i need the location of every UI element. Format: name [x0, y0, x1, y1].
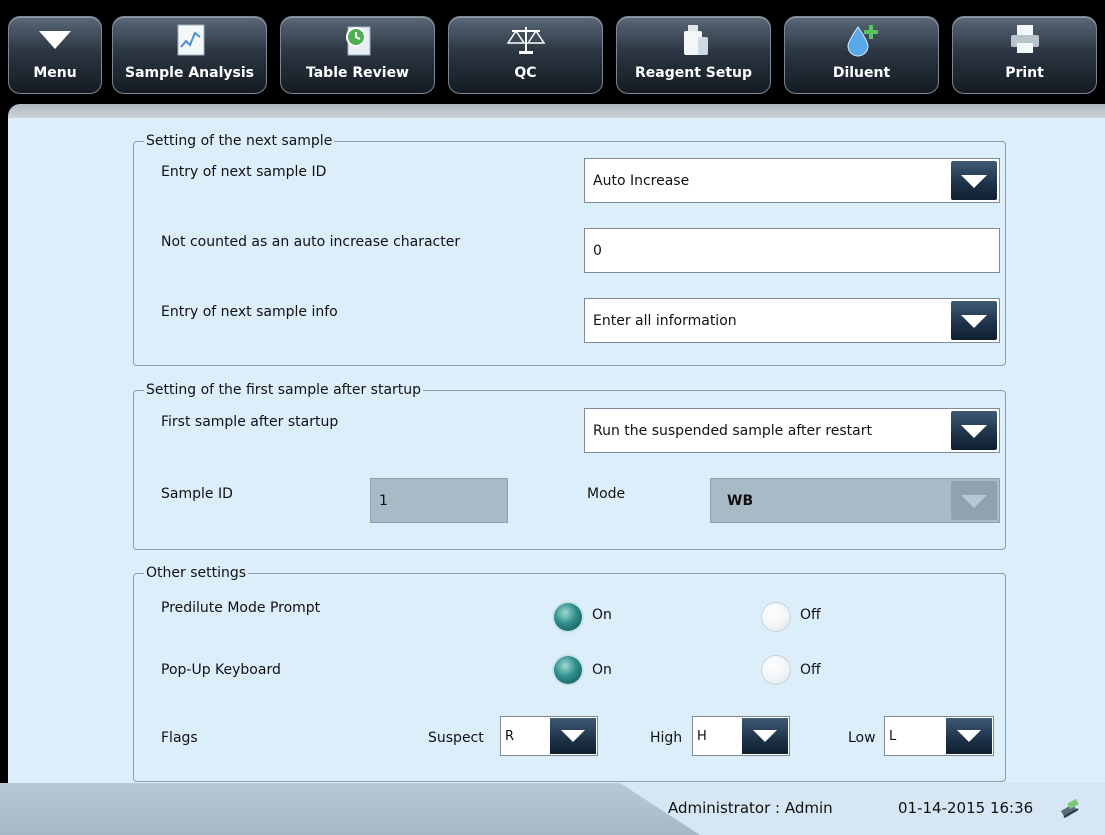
- low-flag-value: L: [889, 729, 897, 744]
- chevron-down-icon[interactable]: [951, 301, 997, 340]
- popup-on-label: On: [592, 662, 612, 678]
- mode-value: WB: [727, 493, 754, 509]
- table-review-icon: [345, 26, 370, 56]
- current-user: Administrator : Admin: [668, 799, 833, 817]
- popup-off-label: Off: [800, 662, 821, 678]
- suspect-label: Suspect: [428, 730, 484, 746]
- qc-button[interactable]: QC: [448, 16, 603, 94]
- first-sample-select[interactable]: Run the suspended sample after restart: [584, 408, 1000, 453]
- diluent-label: Diluent: [832, 65, 891, 81]
- sample-id-value: 1: [379, 493, 388, 509]
- mode-select: WB: [710, 478, 1000, 523]
- settings-panel: Setting of the next sample Entry of next…: [8, 118, 1105, 783]
- printer-icon: [1010, 25, 1039, 53]
- status-tab: [0, 783, 700, 835]
- entry-next-id-label: Entry of next sample ID: [161, 164, 327, 180]
- reagent-setup-button[interactable]: Reagent Setup: [616, 16, 771, 94]
- diluent-button[interactable]: Diluent: [784, 16, 939, 94]
- network-icon: [1060, 798, 1079, 818]
- flags-label: Flags: [161, 730, 198, 746]
- sample-analysis-icon: [177, 24, 204, 56]
- predilute-off-radio[interactable]: [762, 603, 790, 631]
- suspect-flag-value: R: [505, 729, 515, 744]
- predilute-label: Predilute Mode Prompt: [161, 600, 321, 616]
- first-sample-value: Run the suspended sample after restart: [593, 423, 872, 439]
- table-review-label: Table Review: [305, 65, 409, 81]
- not-counted-label: Not counted as an auto increase characte…: [161, 234, 461, 250]
- sample-analysis-button[interactable]: Sample Analysis: [112, 16, 267, 94]
- menu-button[interactable]: Menu: [8, 16, 102, 94]
- entry-next-info-label: Entry of next sample info: [161, 304, 338, 320]
- status-bar: Administrator : Admin 01-14-2015 16:36: [0, 783, 1105, 835]
- other-settings-legend: Other settings: [146, 565, 247, 581]
- table-review-button[interactable]: Table Review: [280, 16, 435, 94]
- entry-next-id-value: Auto Increase: [593, 173, 690, 189]
- mode-label: Mode: [587, 486, 626, 502]
- reagent-setup-label: Reagent Setup: [634, 65, 753, 81]
- menu-button-label: Menu: [33, 65, 77, 81]
- suspect-flag-select[interactable]: R: [500, 716, 598, 756]
- entry-next-info-select[interactable]: Enter all information: [584, 298, 1000, 343]
- chevron-down-icon: [39, 31, 71, 49]
- chevron-down-icon[interactable]: [550, 718, 596, 754]
- chevron-down-icon: [951, 481, 997, 520]
- sample-analysis-label: Sample Analysis: [125, 65, 254, 81]
- entry-next-id-select[interactable]: Auto Increase: [584, 158, 1000, 203]
- predilute-off-label: Off: [800, 607, 821, 623]
- not-counted-value: 0: [593, 243, 602, 259]
- low-flag-select[interactable]: L: [884, 716, 994, 756]
- high-flag-select[interactable]: H: [692, 716, 790, 756]
- first-sample-label: First sample after startup: [161, 414, 339, 430]
- chevron-down-icon[interactable]: [951, 161, 997, 200]
- main-toolbar: Menu Sample Analysis Table Review QC Rea…: [0, 0, 1105, 104]
- qc-label: QC: [514, 65, 537, 81]
- balance-scale-icon: [506, 27, 545, 54]
- next-sample-legend: Setting of the next sample: [146, 133, 333, 149]
- chevron-down-icon[interactable]: [742, 718, 788, 754]
- print-label: Print: [1005, 65, 1044, 81]
- popup-off-radio[interactable]: [762, 656, 790, 684]
- popup-on-radio[interactable]: [554, 656, 582, 684]
- high-flag-value: H: [697, 729, 707, 744]
- not-counted-input[interactable]: 0: [584, 228, 1000, 273]
- reagent-bottle-icon: [683, 25, 708, 55]
- predilute-on-radio[interactable]: [554, 603, 582, 631]
- chevron-down-icon[interactable]: [951, 411, 997, 450]
- low-label: Low: [848, 730, 876, 746]
- sample-id-label: Sample ID: [161, 486, 233, 502]
- entry-next-info-value: Enter all information: [593, 313, 737, 329]
- print-button[interactable]: Print: [952, 16, 1097, 94]
- chevron-down-icon[interactable]: [946, 718, 992, 754]
- high-label: High: [650, 730, 683, 746]
- first-sample-legend: Setting of the first sample after startu…: [146, 382, 422, 398]
- predilute-on-label: On: [592, 607, 612, 623]
- diluent-drop-icon: [846, 25, 878, 57]
- sample-id-input: 1: [370, 478, 508, 523]
- popup-keyboard-label: Pop-Up Keyboard: [161, 662, 281, 678]
- datetime: 01-14-2015 16:36: [898, 799, 1034, 817]
